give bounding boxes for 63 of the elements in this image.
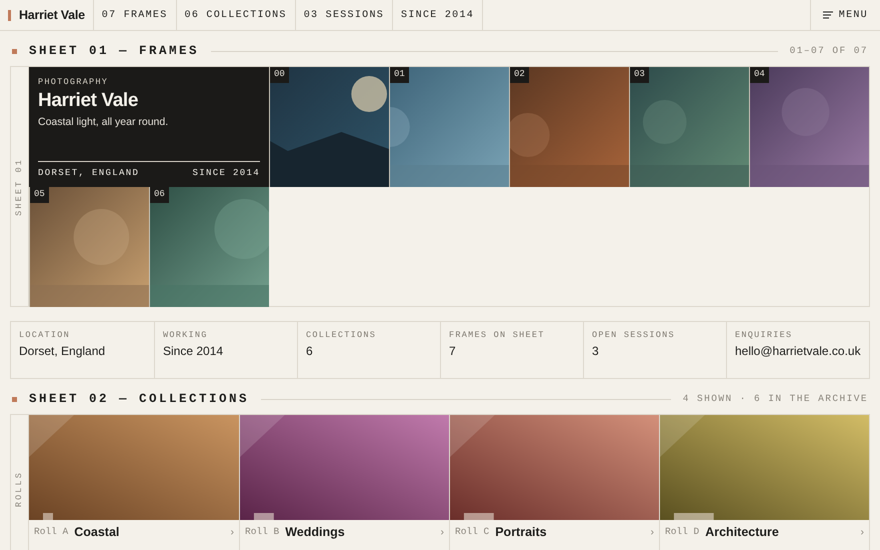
frame-number: 06: [150, 187, 169, 202]
collection-name: Coastal: [74, 524, 120, 541]
roll-label: Roll C: [455, 524, 490, 539]
accent-square-icon: [12, 48, 17, 54]
chevron-icon: ›: [230, 524, 234, 540]
brand-mark-icon: [8, 10, 11, 20]
accent-square-icon: [12, 396, 17, 402]
collection-name: Weddings: [285, 524, 345, 541]
chevron-icon: ›: [650, 524, 654, 540]
hero-eyebrow: PHOTOGRAPHY: [38, 76, 110, 89]
chevron-icon: ›: [440, 524, 444, 540]
collection-card[interactable]: Roll A Coastal ›: [29, 415, 239, 550]
fact-label: OPEN SESSIONS: [592, 329, 676, 342]
frame-number: 04: [750, 67, 769, 82]
section-title: SHEET 01 — FRAMES: [29, 42, 200, 60]
frame-tile[interactable]: 06: [149, 187, 269, 307]
fact-value: 6: [306, 342, 314, 359]
hero-tagline: Coastal light, all year round.: [38, 114, 170, 130]
collection-card[interactable]: Roll D Architecture ›: [659, 415, 869, 550]
section-title: SHEET 02 — COLLECTIONS: [29, 390, 250, 408]
nav-link[interactable]: 06 COLLECTIONS: [176, 0, 296, 30]
hero-since: SINCE 2014: [192, 166, 260, 180]
fact-value: 3: [592, 342, 600, 359]
side-label: SHEET 01: [13, 158, 26, 216]
roll-label: Roll D: [665, 524, 700, 539]
frame-tile[interactable]: 05: [29, 187, 149, 307]
section-count: 4 SHOWN · 6 IN THE ARCHIVE: [682, 392, 868, 406]
hero-name: Harriet Vale: [38, 88, 140, 112]
roll-label: Roll B: [245, 524, 280, 539]
fact-label: WORKING: [163, 329, 209, 342]
fact-label: FRAMES ON SHEET: [449, 329, 546, 342]
fact-value: Since 2014: [163, 342, 224, 359]
collection-card[interactable]: Roll C Portraits ›: [449, 415, 659, 550]
collection-name: Architecture: [705, 524, 779, 541]
frame-tile[interactable]: 03: [629, 67, 749, 187]
nav-link[interactable]: SINCE 2014: [393, 0, 484, 30]
nav-link[interactable]: 07 FRAMES: [94, 0, 177, 30]
frame-tile[interactable]: 02: [509, 67, 629, 187]
collection-card[interactable]: Roll B Weddings ›: [239, 415, 449, 550]
fact-label: COLLECTIONS: [306, 329, 378, 342]
fact-value: 7: [449, 342, 457, 359]
roll-label: Roll A: [34, 524, 68, 539]
section-count: 01–07 OF 07: [790, 44, 868, 58]
chevron-icon: ›: [860, 524, 864, 540]
menu-button[interactable]: MENU: [810, 0, 880, 30]
frame-number: 02: [510, 67, 529, 82]
frame-tile[interactable]: 04: [749, 67, 869, 187]
collection-name: Portraits: [495, 524, 547, 541]
hero-location: DORSET, ENGLAND: [38, 166, 140, 180]
frame-tile[interactable]: 01: [389, 67, 509, 187]
frame-tile[interactable]: 00: [269, 67, 389, 187]
frame-number: 05: [30, 187, 49, 202]
frame-number: 00: [270, 67, 289, 82]
brand-name[interactable]: Harriet Vale: [19, 6, 85, 24]
fact-label: ENQUIRIES: [735, 329, 794, 342]
frame-number: 01: [390, 67, 409, 82]
fact-label: LOCATION: [19, 329, 72, 342]
frame-number: 03: [630, 67, 649, 82]
nav-link[interactable]: 03 SESSIONS: [296, 0, 394, 30]
menu-icon: [822, 11, 833, 19]
side-label: ROLLS: [13, 470, 26, 508]
fact-value: Dorset, England: [19, 342, 106, 359]
fact-value: hello@harrietvale.co.uk: [735, 342, 861, 359]
